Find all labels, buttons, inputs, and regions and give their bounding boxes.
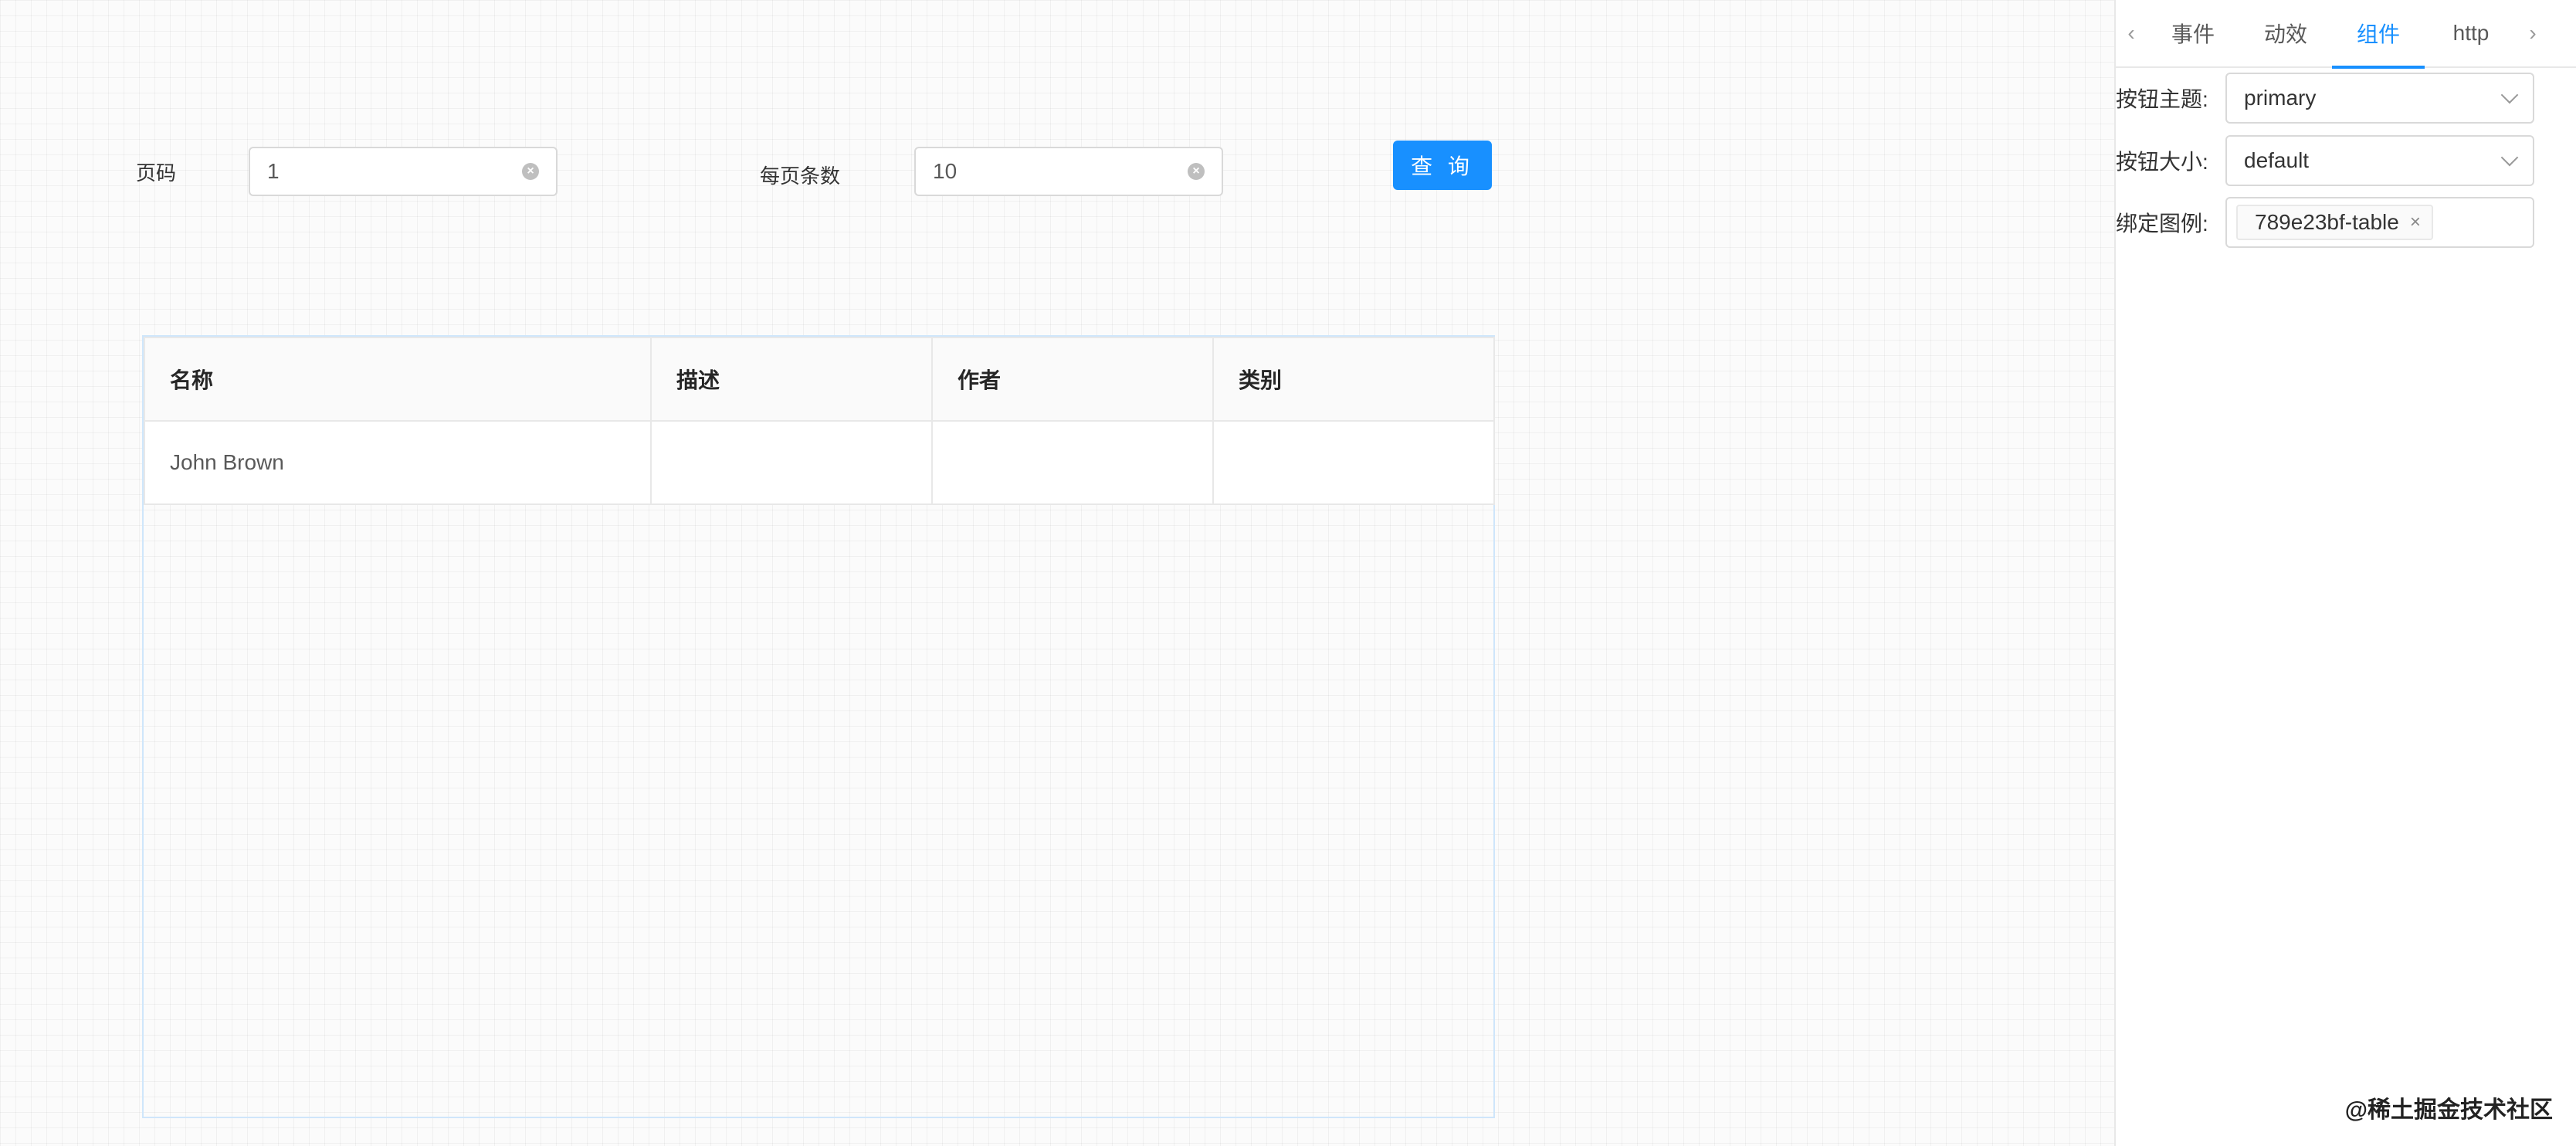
clear-icon[interactable]: × bbox=[1188, 163, 1205, 180]
tab-http[interactable]: http bbox=[2425, 0, 2517, 67]
data-table-frame: 名称 描述 作者 类别 John Brown bbox=[142, 335, 1495, 1118]
tab-component[interactable]: 组件 bbox=[2332, 0, 2425, 69]
bound-table-tag: 789e23bf-table × bbox=[2236, 205, 2433, 240]
chevron-down-icon bbox=[2500, 148, 2519, 167]
size-input-value: 10 bbox=[933, 159, 958, 183]
page-label: 页码 bbox=[136, 161, 177, 185]
table-cell bbox=[650, 420, 933, 505]
page-input[interactable]: 1 × bbox=[249, 147, 558, 196]
chevron-right-icon[interactable]: › bbox=[2517, 21, 2548, 46]
size-input[interactable]: 10 × bbox=[914, 147, 1223, 196]
tab-events[interactable]: 事件 bbox=[2147, 0, 2239, 67]
chevron-left-icon[interactable]: ‹ bbox=[2116, 21, 2147, 46]
size-label: 每页条数 bbox=[760, 164, 841, 188]
theme-select[interactable]: primary bbox=[2225, 73, 2534, 124]
column-header: 名称 bbox=[144, 337, 652, 422]
column-header: 作者 bbox=[931, 337, 1214, 422]
size-select-value: default bbox=[2244, 148, 2310, 172]
table-cell bbox=[931, 420, 1214, 505]
bind-label: 绑定图例: bbox=[2116, 212, 2208, 236]
theme-label: 按钮主题: bbox=[2116, 87, 2208, 111]
column-header: 描述 bbox=[650, 337, 933, 422]
clear-icon[interactable]: × bbox=[522, 163, 539, 180]
close-icon[interactable]: × bbox=[2410, 212, 2421, 233]
tab-animation[interactable]: 动效 bbox=[2239, 0, 2332, 67]
design-canvas: 页码 1 × 每页条数 10 × 查 询 名称 描述 作者 类别 John Br… bbox=[0, 0, 2114, 1146]
properties-panel: ‹ 事件 动效 组件 http › 按钮主题: primary 按钮大小: de… bbox=[2114, 0, 2576, 1146]
prop-row-theme: 按钮主题: primary bbox=[2116, 73, 2576, 124]
prop-row-bind: 绑定图例: 789e23bf-table × bbox=[2116, 197, 2576, 248]
panel-tabs: ‹ 事件 动效 组件 http › bbox=[2116, 0, 2576, 69]
chevron-down-icon bbox=[2500, 86, 2519, 104]
bind-select[interactable]: 789e23bf-table × bbox=[2225, 197, 2534, 248]
prop-row-size: 按钮大小: default bbox=[2116, 135, 2576, 186]
size-prop-label: 按钮大小: bbox=[2116, 150, 2208, 174]
watermark: @稀土掘金技术社区 bbox=[2344, 1097, 2553, 1123]
table-header-row: 名称 描述 作者 类别 bbox=[144, 337, 1495, 422]
column-header: 类别 bbox=[1212, 337, 1495, 422]
table-cell bbox=[1212, 420, 1495, 505]
table-cell: John Brown bbox=[144, 420, 652, 505]
theme-select-value: primary bbox=[2244, 86, 2317, 110]
page-input-value: 1 bbox=[267, 159, 280, 183]
query-button[interactable]: 查 询 bbox=[1393, 141, 1492, 190]
data-table: 名称 描述 作者 类别 John Brown bbox=[144, 337, 1495, 505]
size-select[interactable]: default bbox=[2225, 135, 2534, 186]
table-row: John Brown bbox=[144, 420, 1495, 505]
bound-table-tag-label: 789e23bf-table bbox=[2255, 210, 2399, 234]
